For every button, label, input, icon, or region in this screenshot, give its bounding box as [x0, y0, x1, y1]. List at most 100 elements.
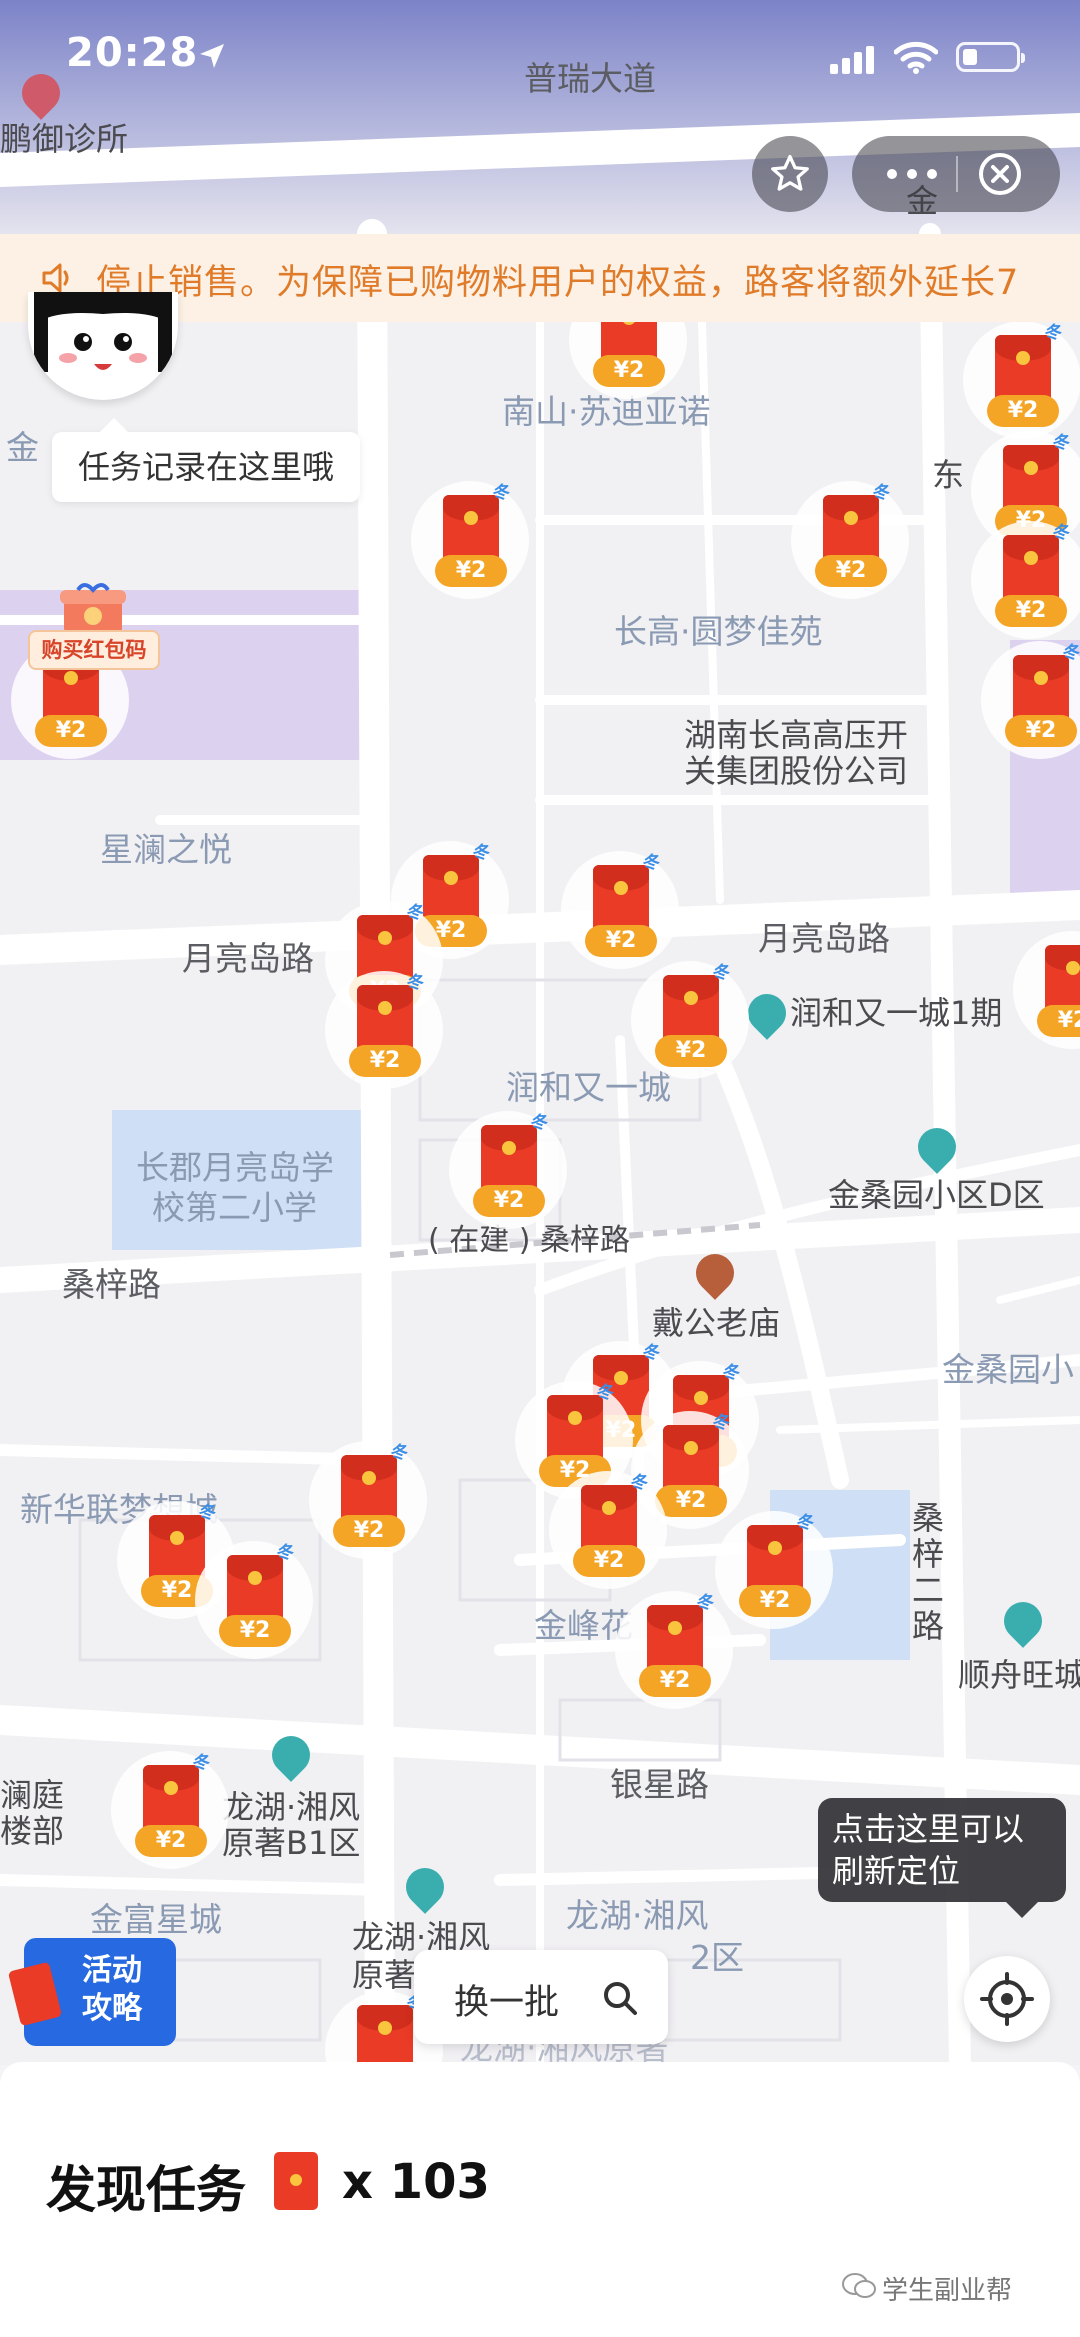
marker-amount: ¥2 [435, 555, 507, 587]
redpacket-marker[interactable]: 冬¥2 [411, 481, 529, 599]
wifi-icon [894, 41, 938, 74]
marker-tag: 冬 [641, 853, 659, 873]
map-label-shunzhou: 顺舟旺城 [958, 1656, 1080, 1694]
marker-tag: 冬 [871, 483, 889, 503]
redpacket-marker[interactable]: 冬¥2 [963, 321, 1080, 439]
battery-icon [956, 42, 1025, 72]
marker-amount: ¥2 [1037, 1005, 1080, 1037]
map-label-hunan-2: 关集团股份公司 [684, 752, 909, 790]
crosshair-icon [980, 1972, 1034, 2026]
marker-tag: 冬 [695, 1593, 713, 1613]
marker-amount: ¥2 [573, 1545, 645, 1577]
marker-amount: ¥2 [219, 1615, 291, 1647]
map-label-longhu-2q-2: 2区 [690, 1938, 744, 1977]
marker-tag: 冬 [711, 1413, 729, 1433]
map-label-changgao: 长高·圆梦佳苑 [614, 612, 823, 651]
marker-amount: ¥2 [593, 355, 665, 387]
map-label-yueliang-right: 月亮岛路 [758, 919, 890, 958]
marker-tag: 冬 [191, 1753, 209, 1773]
redpacket-marker[interactable]: 冬 ¥2 [791, 481, 909, 599]
marker-tag: 冬 [529, 1113, 547, 1133]
marker-tag: 冬 [711, 963, 729, 983]
marker-amount: ¥2 [815, 555, 887, 587]
map-label-longhu-y-2: 原著 [352, 1956, 417, 1994]
map-label-longhu-2q-1: 龙湖·湘风 [566, 1896, 709, 1935]
capsule-divider [956, 156, 958, 192]
status-bar: 20:28 [0, 0, 1080, 120]
map-label-lanting-2: 楼部 [0, 1812, 65, 1850]
signal-icon [830, 46, 874, 74]
more-icon[interactable] [882, 164, 942, 184]
location-arrow-icon [200, 44, 224, 68]
locate-button[interactable] [964, 1956, 1050, 2042]
task-panel[interactable]: 发现任务 x 103 学生副业帮 [0, 2062, 1080, 2337]
marker-amount: ¥2 [1005, 715, 1077, 747]
marker-tag: 冬 [405, 903, 423, 923]
notice-text: 停止销售。为保障已购物料用户的权益，路客将额外延长7 [96, 263, 1020, 303]
favorite-button[interactable] [752, 136, 828, 212]
marker-amount: ¥2 [333, 1515, 405, 1547]
redpacket-marker[interactable]: 冬 ¥2 [309, 1441, 427, 1559]
marker-tag: 冬 [1051, 433, 1069, 453]
map-label-longhu-b1-2: 原著B1区 [222, 1824, 361, 1862]
marker-tag: 冬 [1043, 323, 1061, 343]
map-label-jin-left: 金 [6, 428, 39, 467]
marker-tag: 冬 [197, 1503, 215, 1523]
marker-amount: ¥2 [349, 1045, 421, 1077]
mini-program-capsule [852, 136, 1060, 212]
refresh-location-tooltip: 点击这里可以刷新定位 [818, 1798, 1066, 1918]
activity-guide-button[interactable]: 活动攻略 [7, 1938, 176, 2046]
redpacket-marker[interactable]: 冬 ¥2 [111, 1751, 229, 1869]
marker-amount: ¥2 [655, 1035, 727, 1067]
marker-tag: 冬 [721, 1363, 739, 1383]
status-time: 20:28 [66, 30, 199, 76]
map-label-xinglan: 星澜之悦 [100, 830, 232, 869]
redpacket-marker[interactable]: 冬 ¥2 [449, 1111, 567, 1229]
map-label-runhe-1: 润和又一城1期 [790, 994, 1003, 1032]
marker-tag: 冬 [471, 843, 489, 863]
marker-amount: ¥2 [995, 595, 1067, 627]
map-label-school-1: 长郡月亮岛学 [136, 1148, 334, 1187]
map-label-sangzi-2: 桑梓二路 [912, 1499, 945, 1645]
marker-amount: ¥2 [639, 1665, 711, 1697]
map-label-yinxing: 银星路 [610, 1765, 709, 1804]
redpacket-marker[interactable]: 冬 ¥2 [549, 1471, 667, 1589]
wechat-icon [842, 2273, 876, 2298]
map-label-dong: 东 [932, 456, 965, 494]
map-label-lanting-1: 澜庭 [0, 1776, 65, 1814]
map-label-school-2: 校第二小学 [152, 1188, 317, 1227]
map-label-hunan-1: 湖南长高高压开 [684, 716, 909, 754]
marker-tag: 冬 [595, 1383, 613, 1403]
red-envelope-icon [274, 2152, 318, 2210]
redpacket-marker[interactable]: 冬¥2 [1013, 931, 1080, 1049]
swap-batch-label: 换一批 [454, 1983, 560, 2023]
marker-tag: 冬 [275, 1543, 293, 1563]
redpacket-marker[interactable]: 冬 ¥2 [631, 961, 749, 1079]
close-icon[interactable] [976, 150, 1024, 198]
map-label-jinsang-d: 金桑园小区D区 [828, 1176, 1045, 1214]
map-label-jinfu: 金富星城 [90, 1900, 222, 1939]
marker-amount: ¥2 [35, 715, 107, 747]
marker-amount: ¥2 [585, 925, 657, 957]
marker-amount: ¥2 [739, 1585, 811, 1617]
marker-tag: 冬 [1061, 643, 1079, 663]
map-label-sangzi: 桑梓路 [62, 1265, 161, 1304]
marker-tag: 冬 [629, 1473, 647, 1493]
redpacket-marker[interactable]: 冬 ¥2 [981, 641, 1080, 759]
marker-amount: ¥2 [135, 1825, 207, 1857]
marker-amount: ¥2 [473, 1185, 545, 1217]
redpacket-marker[interactable]: 冬 ¥2 [561, 851, 679, 969]
redpacket-marker[interactable]: 冬 ¥2 [971, 521, 1080, 639]
marker-tag: 冬 [1051, 523, 1069, 543]
redpacket-marker[interactable]: 冬 ¥2 [615, 1591, 733, 1709]
redpacket-marker[interactable]: 冬 ¥2 [195, 1541, 313, 1659]
task-record-tooltip: 任务记录在这里哦 [52, 418, 361, 502]
marker-tag: 冬 [405, 973, 423, 993]
map-label-clinic: 鹏御诊所 [0, 120, 129, 158]
swap-batch-button[interactable]: 换一批 [414, 1950, 668, 2044]
redpacket-marker[interactable]: 冬 ¥2 [325, 971, 443, 1089]
activity-guide-label: 活动攻略 [82, 1953, 142, 2026]
marker-tag: 冬 [389, 1443, 407, 1463]
marker-tag: 冬 [795, 1513, 813, 1533]
star-icon [771, 154, 809, 191]
